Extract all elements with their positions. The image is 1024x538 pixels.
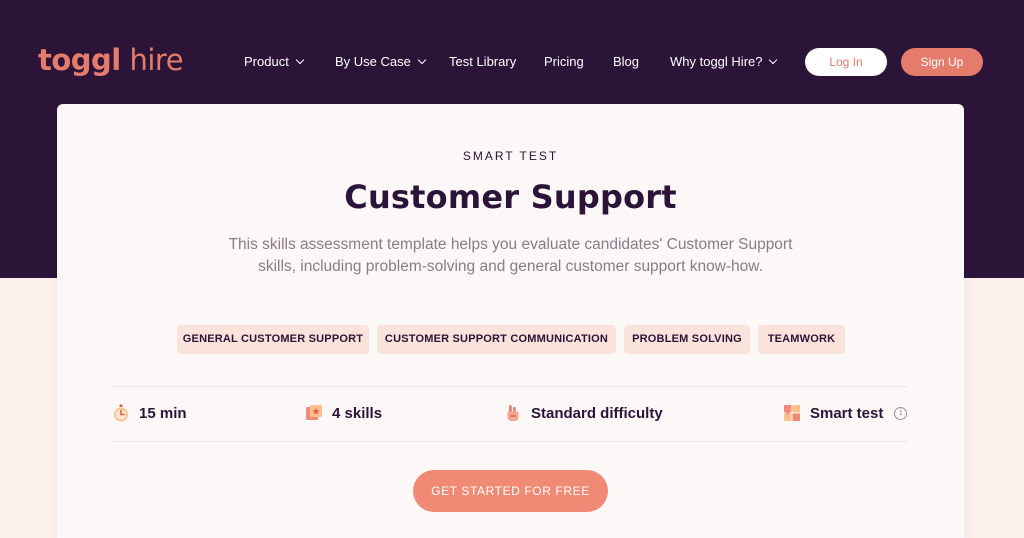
nav-item-by-use-case[interactable]: By Use Case [335,54,427,70]
test-card: SMART TEST Customer Support This skills … [57,104,964,538]
chevron-down-icon [769,55,778,65]
stat-skills-value: 4 skills [332,404,383,422]
skill-tag: CUSTOMER SUPPORT COMMUNICATION [377,325,616,354]
stat-difficulty: Standard difficulty [504,401,663,425]
chevron-down-icon [295,55,305,65]
stat-test-type-value: Smart test [810,404,884,422]
login-button[interactable]: Log In [805,48,887,76]
stat-difficulty-value: Standard difficulty [531,404,663,422]
nav-item-label: Pricing [544,54,584,69]
nav-item-product[interactable]: Product [244,54,305,70]
nav-item-test-library[interactable]: Test Library [449,54,516,70]
nav-item-blog[interactable]: Blog [613,54,639,70]
nav-item-label: Why toggl Hire? [670,54,763,69]
divider [112,386,908,387]
skill-tag: TEAMWORK [758,325,845,354]
get-started-button[interactable]: GET STARTED FOR FREE [413,470,608,512]
top-navigation: toggl hire Product By Use Case Test Libr… [0,0,1024,104]
stopwatch-icon [112,404,130,422]
hand-difficulty-icon [504,404,522,422]
skills-icon [305,404,323,422]
stat-duration: 15 min [112,401,187,425]
logo-bold-text: toggl [38,43,121,77]
nav-item-why-toggl-hire[interactable]: Why toggl Hire? [670,54,778,70]
skill-tag: GENERAL CUSTOMER SUPPORT [177,325,369,354]
skill-tag: PROBLEM SOLVING [624,325,750,354]
test-type-eyebrow: SMART TEST [462,149,559,163]
nav-item-label: By Use Case [335,54,411,69]
nav-item-label: Test Library [449,54,517,69]
page-title: Customer Support [344,178,677,216]
logo-light-text: hire [120,43,184,77]
signup-button[interactable]: Sign Up [901,48,983,76]
toggl-hire-logo[interactable]: toggl hire [38,42,184,78]
info-icon[interactable]: i [894,406,908,420]
test-description: This skills assessment template helps yo… [228,236,793,275]
divider [112,441,908,442]
puzzle-icon [783,404,801,422]
stat-test-type: Smart test i [783,401,908,425]
nav-item-label: Blog [613,54,640,69]
nav-item-pricing[interactable]: Pricing [544,54,584,70]
nav-item-label: Product [244,54,289,69]
stat-skills: 4 skills [305,401,382,425]
chevron-down-icon [417,55,427,65]
stat-duration-value: 15 min [139,404,187,422]
